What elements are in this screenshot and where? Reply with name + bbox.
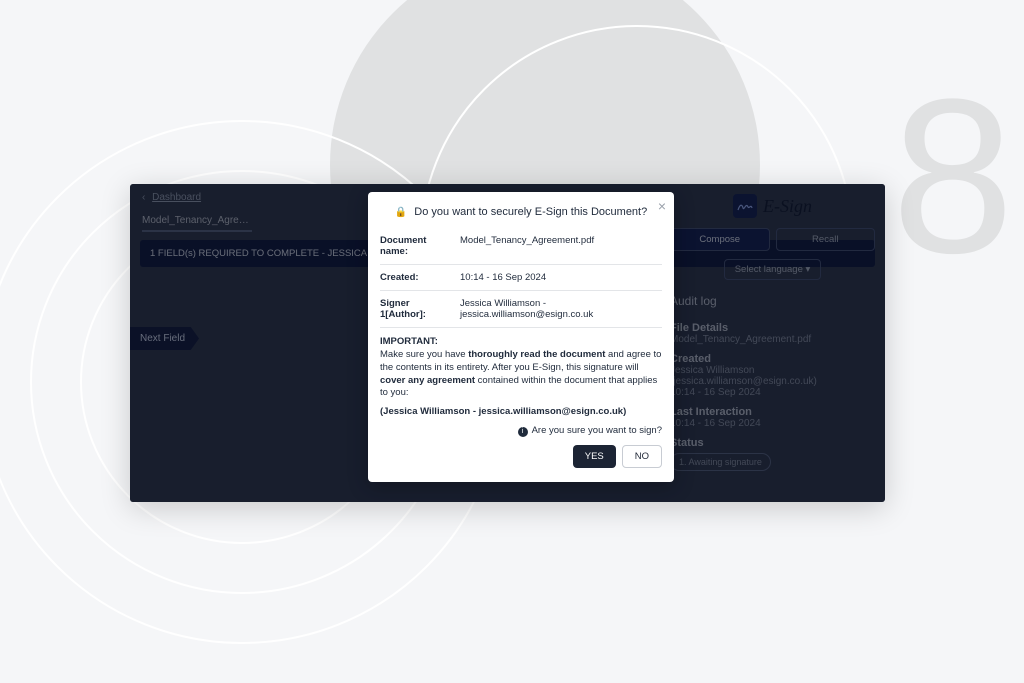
author-line: (Jessica Williamson - jessica.williamson… [380,406,626,417]
doc-name-value: Model_Tenancy_Agreement.pdf [460,235,662,257]
confirm-question-text: Are you sure you want to sign? [532,425,662,436]
close-icon[interactable]: × [658,198,666,214]
created-value: 10:14 - 16 Sep 2024 [460,272,662,283]
signer-value: Jessica Williamson - jessica.williamson@… [460,298,662,320]
confirm-question: i Are you sure you want to sign? [380,425,662,437]
sign-confirmation-modal: × 🔒 Do you want to securely E-Sign this … [368,192,674,482]
modal-title: 🔒 Do you want to securely E-Sign this Do… [380,206,662,218]
important-notice: IMPORTANT: Make sure you have thoroughly… [380,336,662,419]
important-text: Make sure you have [380,349,468,360]
important-bold: thoroughly read the document [468,349,605,360]
info-icon: i [518,427,528,437]
yes-button[interactable]: YES [573,445,616,468]
signer-label: Signer 1[Author]: [380,298,452,320]
important-body: Make sure you have thoroughly read the d… [380,349,662,400]
important-bold: cover any agreement [380,375,475,386]
important-label: IMPORTANT: [380,336,662,347]
doc-name-label: Document name: [380,235,452,257]
modal-title-text: Do you want to securely E-Sign this Docu… [414,206,647,218]
created-label: Created: [380,272,452,283]
app-window: ‹ Dashboard Model_Tenancy_Agreem… 1 FIEL… [130,184,885,502]
important-author-line: (Jessica Williamson - jessica.williamson… [380,406,662,419]
decorative-eight: 8 [892,50,1014,303]
lock-icon: 🔒 [395,207,407,218]
page-stage: 8 ‹ Dashboard Model_Tenancy_Agreem… 1 FI… [0,0,1024,683]
no-button[interactable]: NO [622,445,662,468]
